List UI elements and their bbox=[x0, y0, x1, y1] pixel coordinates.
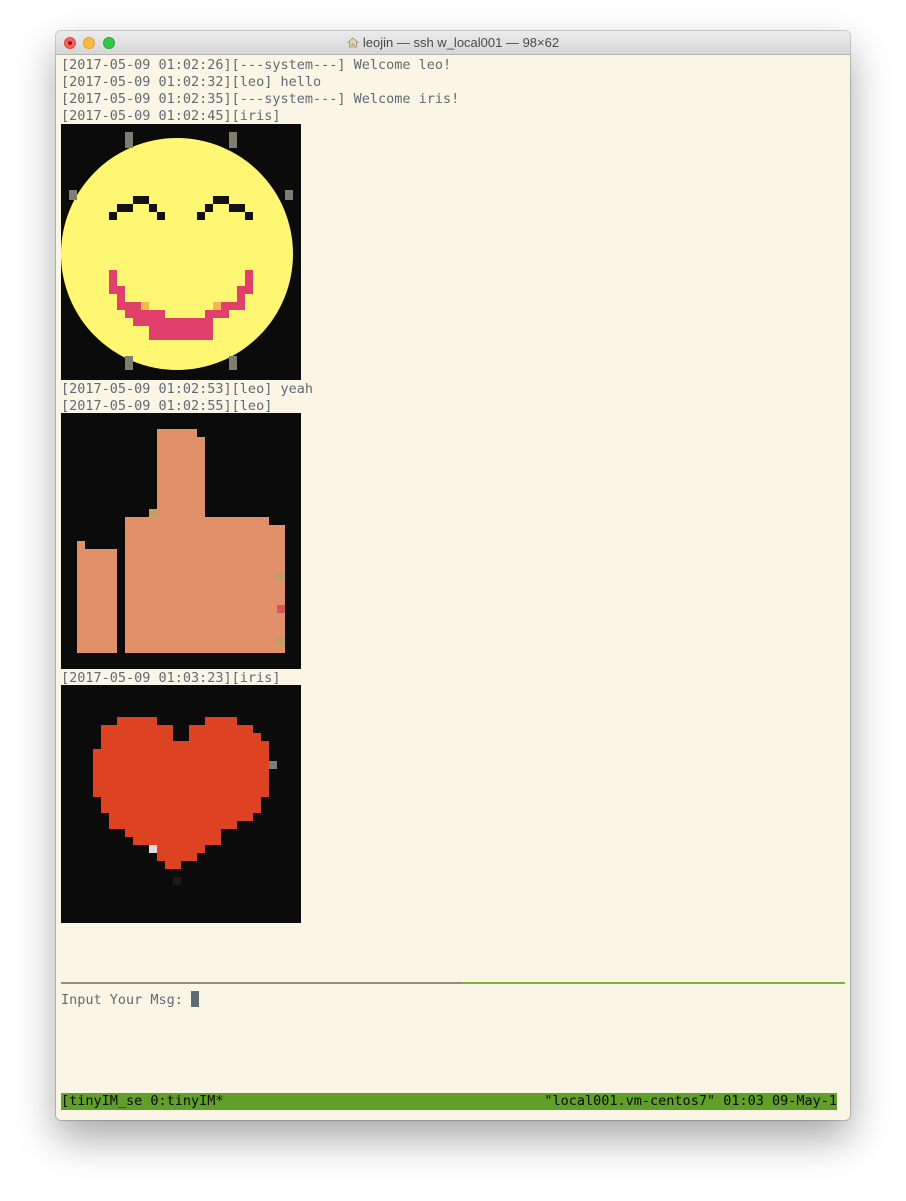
status-session-info[interactable]: [tinyIM_se 0:tinyIM* bbox=[61, 1093, 224, 1110]
window-title: leojin — ssh w_local001 — 98×62 bbox=[56, 35, 850, 50]
chat-message-line: [2017-05-09 01:02:45][iris] bbox=[61, 108, 281, 124]
input-divider bbox=[61, 982, 845, 984]
terminal-content[interactable]: [2017-05-09 01:02:26][---system---] Welc… bbox=[61, 57, 847, 1117]
message-input[interactable]: Input Your Msg: bbox=[61, 991, 200, 1009]
terminal-window: leojin — ssh w_local001 — 98×62 [2017-05… bbox=[56, 31, 850, 1120]
text-cursor bbox=[191, 991, 200, 1007]
chat-message-line: [2017-05-09 01:02:35][---system---] Welc… bbox=[61, 91, 460, 107]
laughing-smiley-emoji-image bbox=[61, 124, 301, 380]
chat-message-line: [2017-05-09 01:02:32][leo] hello bbox=[61, 74, 322, 90]
tmux-status-bar: [tinyIM_se 0:tinyIM* "local001.vm-centos… bbox=[61, 1093, 837, 1110]
window-title-text: leojin — ssh w_local001 — 98×62 bbox=[362, 35, 560, 50]
chat-message-line: [2017-05-09 01:02:26][---system---] Welc… bbox=[61, 57, 452, 73]
red-heart-emoji-image bbox=[61, 685, 301, 923]
thumbs-up-emoji-image bbox=[61, 413, 301, 669]
chat-message-line: [2017-05-09 01:02:53][leo] yeah bbox=[61, 381, 313, 397]
input-prompt-label: Input Your Msg: bbox=[61, 992, 192, 1008]
status-host-time: "local001.vm-centos7" 01:03 09-May-1 bbox=[544, 1093, 837, 1109]
title-bar[interactable]: leojin — ssh w_local001 — 98×62 bbox=[56, 31, 850, 55]
home-folder-icon bbox=[346, 37, 359, 48]
